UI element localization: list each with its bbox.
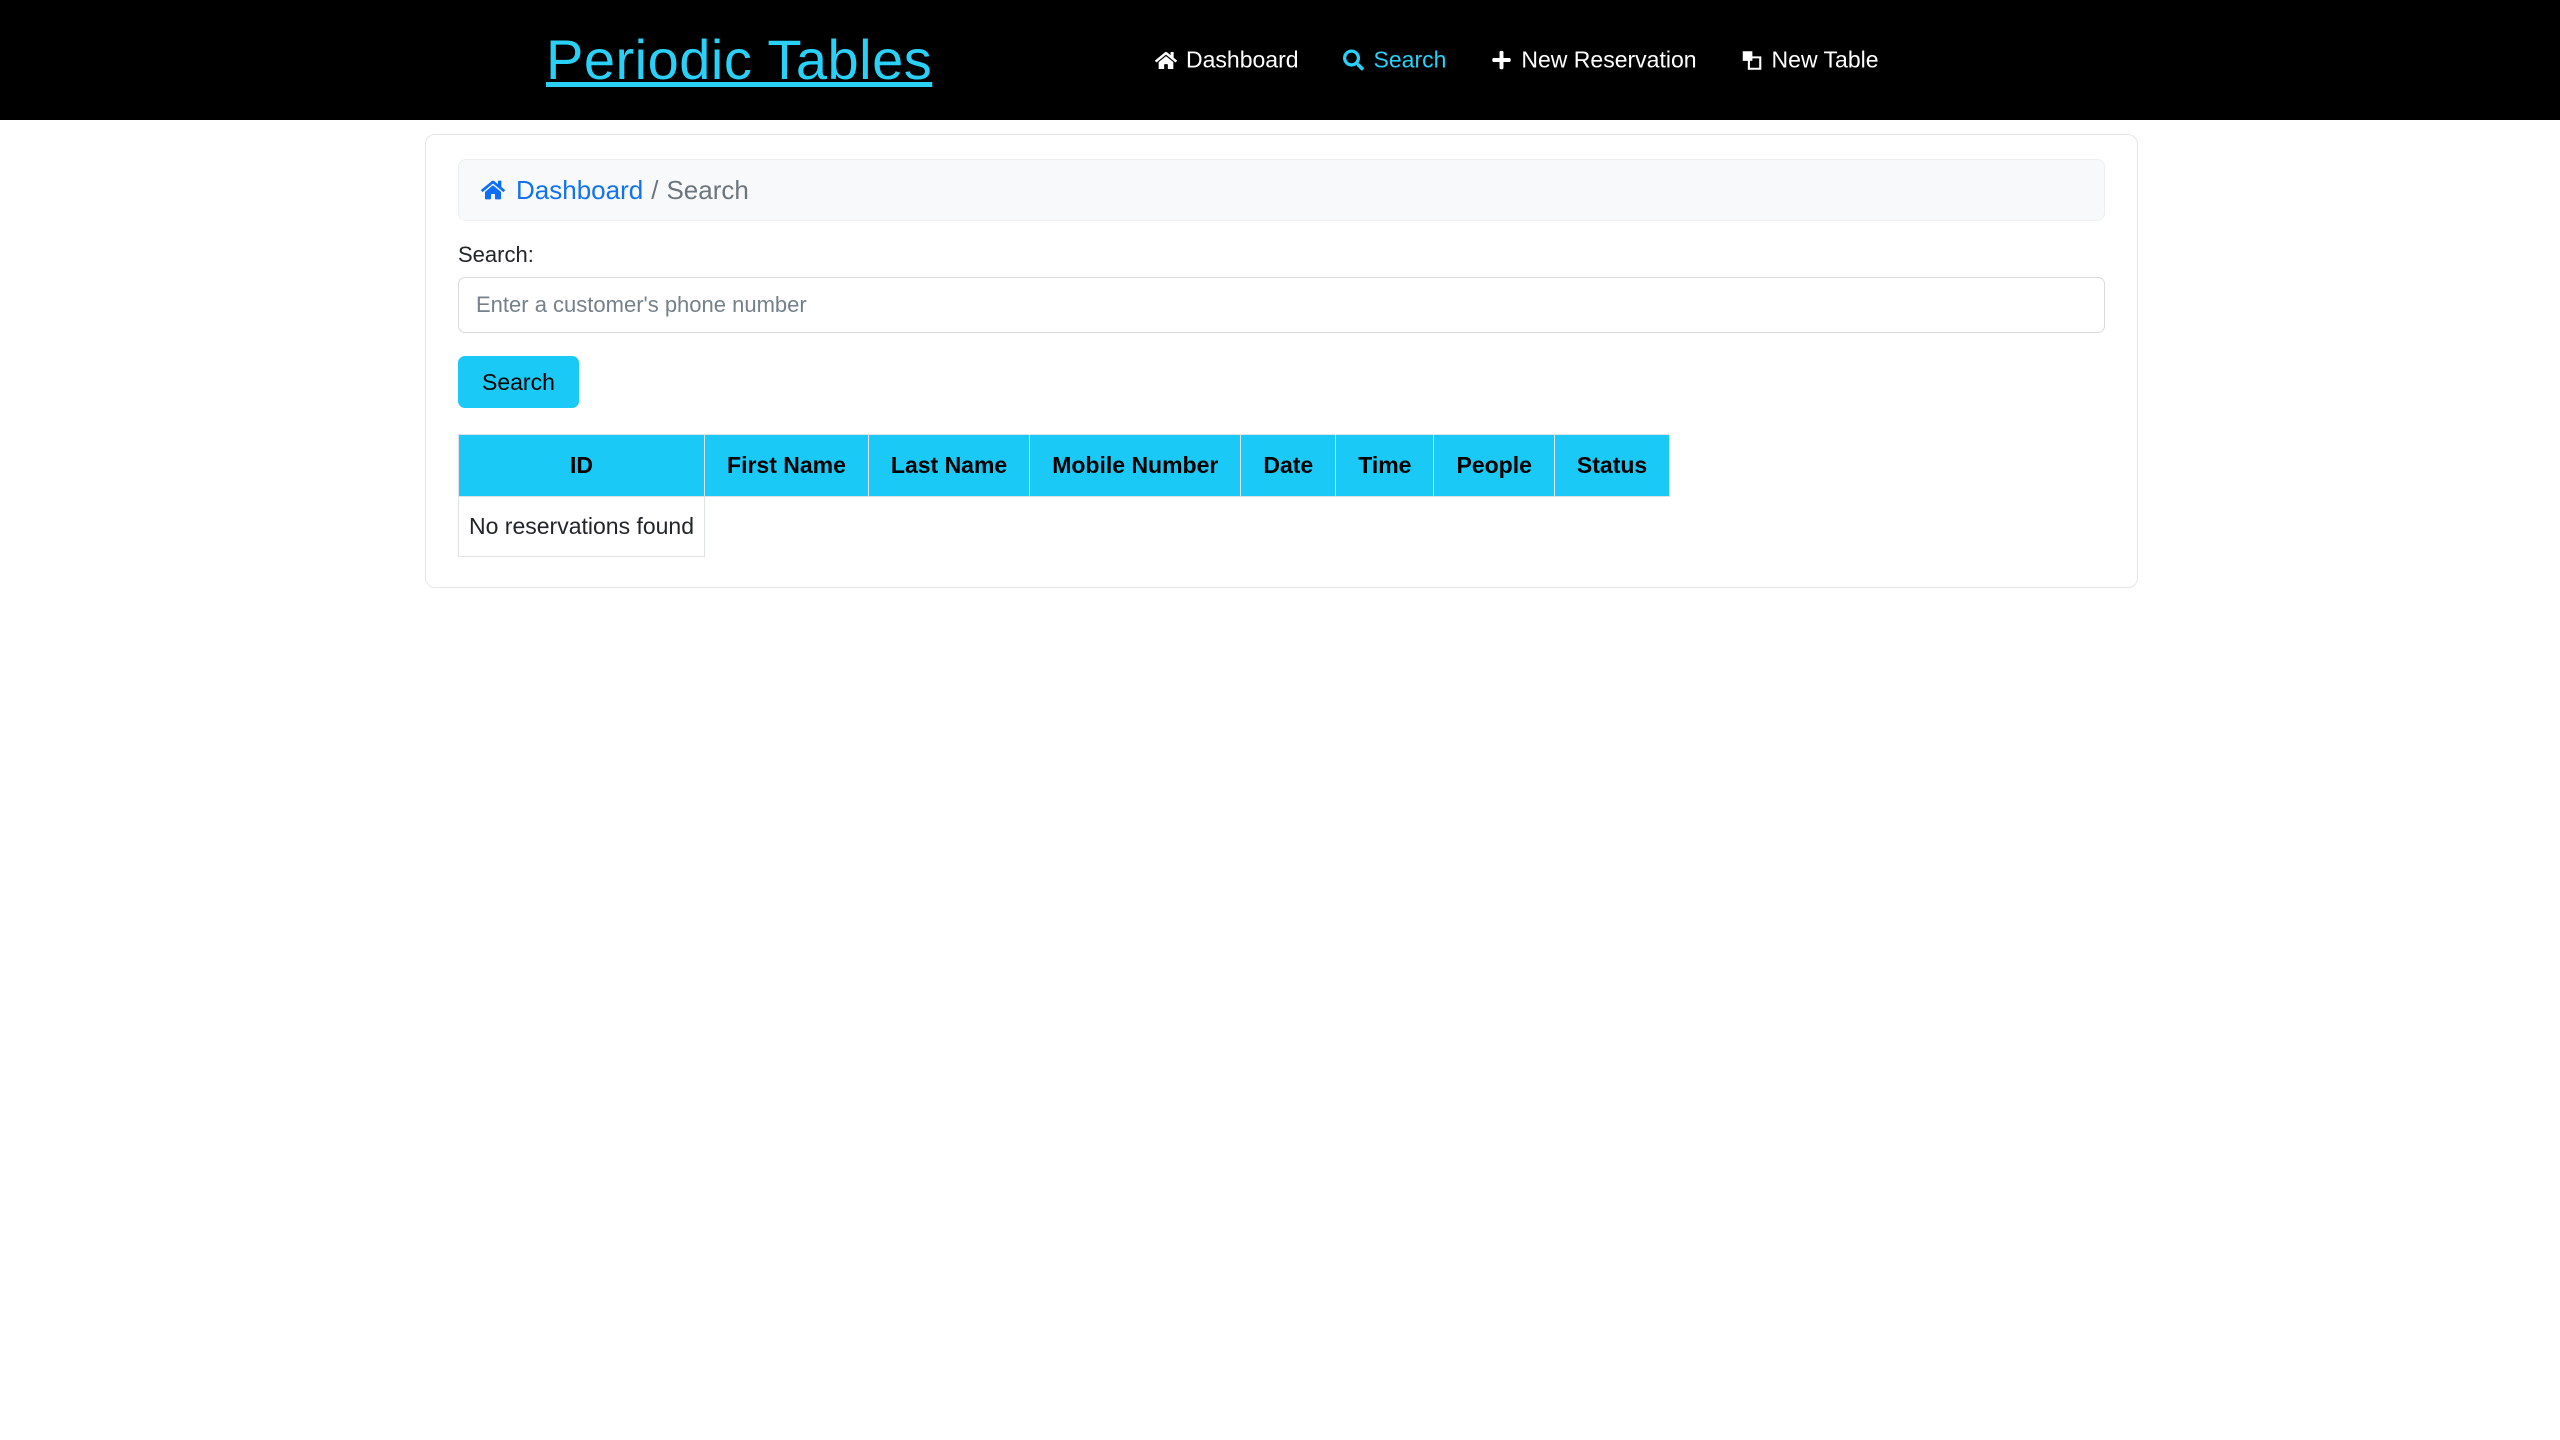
table-body: No reservations found [457,496,1670,557]
nav-item-label: New Reservation [1521,46,1697,73]
breadcrumb-link-dashboard[interactable]: Dashboard [516,177,643,203]
column-header-id: ID [457,434,706,497]
nav-item-label: Search [1373,46,1447,73]
reservations-table: ID First Name Last Name Mobile Number Da… [457,434,1671,557]
new-table-icon [1741,49,1763,71]
search-icon [1343,49,1365,71]
nav-item-new-table[interactable]: New Table [1741,46,1879,73]
column-header-mobile-number: Mobile Number [1029,434,1242,497]
main-navigation: Dashboard Search New Reservation New Tab… [1155,46,1879,73]
brand-title[interactable]: Periodic Tables [546,32,932,88]
column-header-people: People [1433,434,1555,497]
nav-item-label: Dashboard [1186,46,1299,73]
table-header-row: ID First Name Last Name Mobile Number Da… [457,434,1671,497]
plus-icon [1490,49,1512,71]
site-header: Periodic Tables Dashboard Search New Res… [0,0,2560,120]
search-button[interactable]: Search [458,356,579,408]
column-header-first-name: First Name [704,434,869,497]
table-head: ID First Name Last Name Mobile Number Da… [457,434,1671,497]
breadcrumb-separator: / [651,175,659,205]
search-label: Search: [458,242,534,267]
column-header-date: Date [1240,434,1337,497]
search-input[interactable] [458,277,2105,333]
empty-state-message: No reservations found [457,496,706,557]
home-icon [481,178,505,202]
nav-item-new-reservation[interactable]: New Reservation [1490,46,1697,73]
table-row-empty: No reservations found [457,496,1670,557]
column-header-last-name: Last Name [867,434,1031,497]
column-header-status: Status [1553,434,1671,497]
nav-item-dashboard[interactable]: Dashboard [1155,46,1299,73]
nav-item-label: New Table [1771,46,1879,73]
column-header-time: Time [1335,434,1435,497]
breadcrumb-current-page: Search [666,175,749,205]
nav-item-search[interactable]: Search [1343,46,1447,73]
breadcrumb: Dashboard / Search [458,159,2105,221]
search-card: Dashboard / Search Search: Search ID Fir… [425,134,2138,588]
home-icon [1155,49,1177,71]
